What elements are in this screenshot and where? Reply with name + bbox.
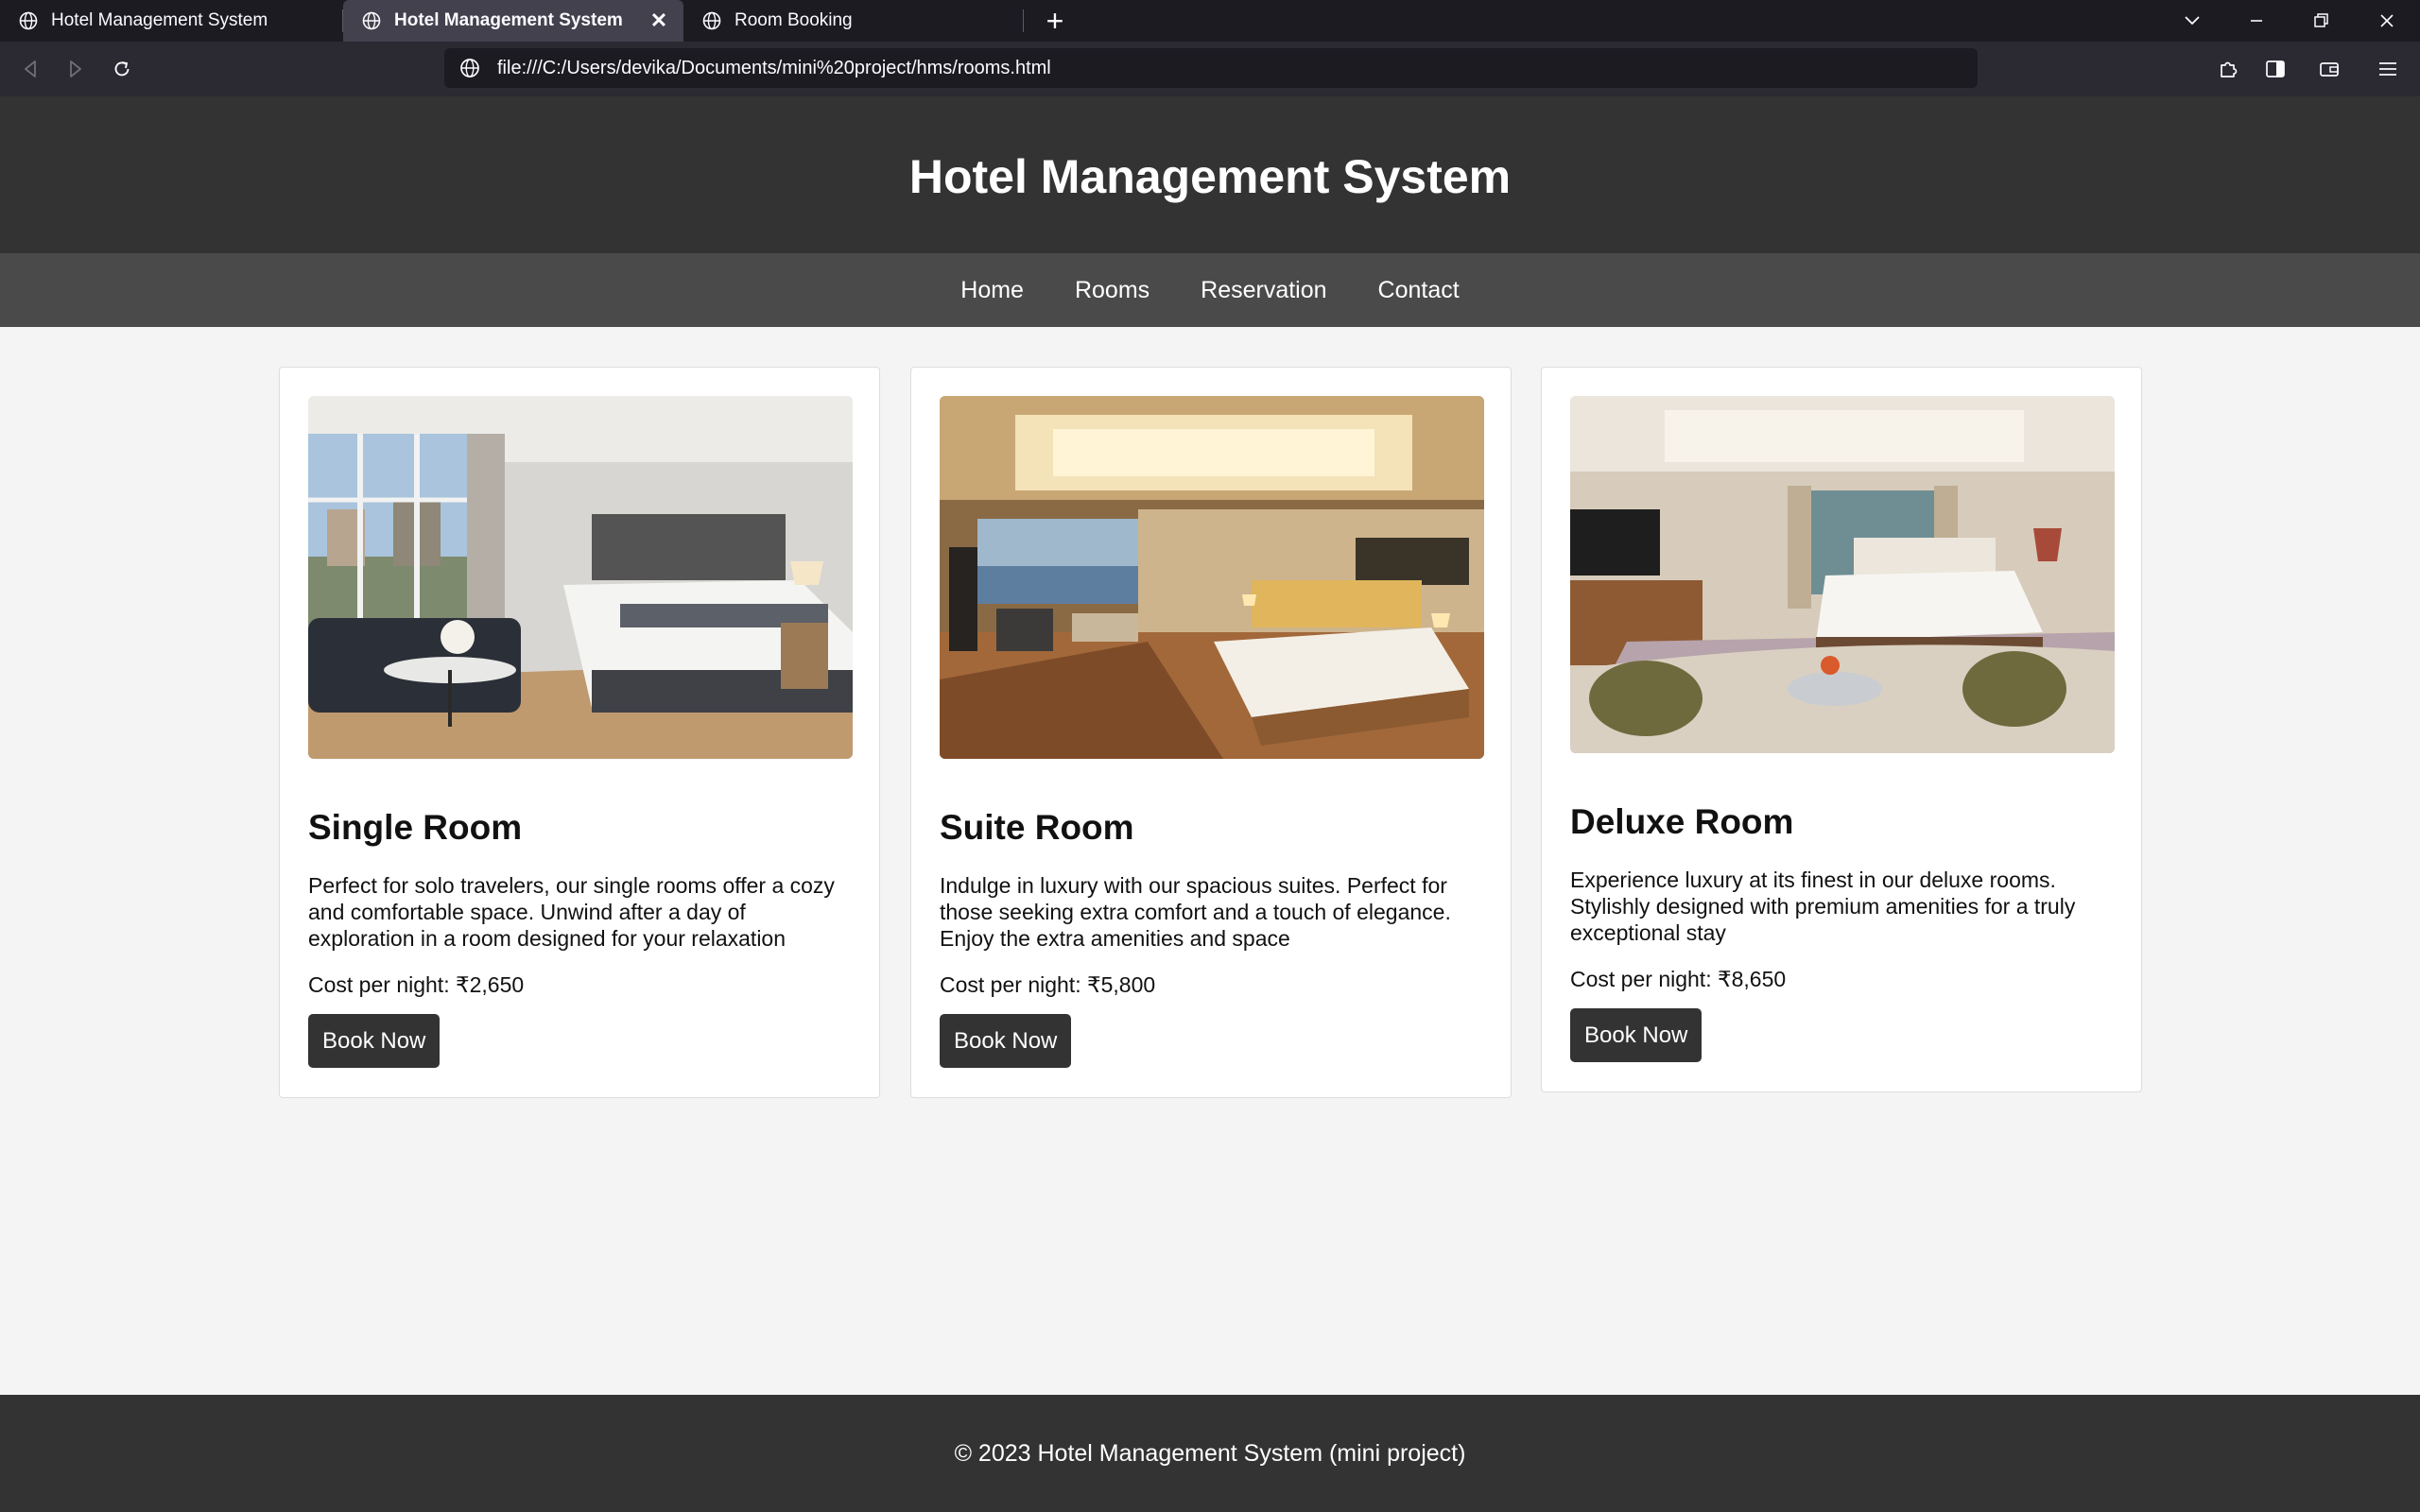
hamburger-menu-icon[interactable]	[2372, 53, 2404, 85]
restore-window-icon[interactable]	[2295, 0, 2346, 42]
book-now-button[interactable]: Book Now	[1570, 1008, 1703, 1062]
sidebar-toggle-icon[interactable]	[2259, 53, 2291, 85]
room-card-single: Single Room Perfect for solo travelers, …	[279, 367, 880, 1098]
globe-icon	[362, 11, 381, 30]
site-navigation: Home Rooms Reservation Contact	[0, 253, 2420, 327]
room-card-deluxe: Deluxe Room Experience luxury at its fin…	[1541, 367, 2142, 1092]
browser-toolbar: file:///C:/Users/devika/Documents/mini%2…	[0, 42, 2420, 96]
site-header: Hotel Management System	[0, 96, 2420, 253]
browser-tab-title: Room Booking	[735, 10, 853, 30]
room-name: Deluxe Room	[1570, 802, 1794, 841]
browser-tab-2[interactable]: Hotel Management System ✕	[343, 0, 683, 42]
site-title: Hotel Management System	[908, 150, 1512, 203]
nav-link-contact[interactable]: Contact	[1378, 277, 1460, 304]
wallet-icon[interactable]	[2313, 53, 2345, 85]
footer-copyright: © 2023 Hotel Management System (mini pro…	[954, 1439, 1466, 1467]
room-card-suite: Suite Room Indulge in luxury with our sp…	[910, 367, 1512, 1098]
browser-tab-title: Hotel Management System	[394, 10, 623, 30]
close-tab-icon[interactable]: ✕	[648, 9, 670, 32]
globe-icon	[702, 11, 721, 30]
browser-tab-title: Hotel Management System	[51, 10, 268, 30]
extensions-puzzle-icon[interactable]	[2212, 53, 2244, 85]
room-cost: Cost per night: ₹2,650	[308, 972, 525, 997]
back-arrow-icon[interactable]	[15, 53, 47, 85]
globe-icon	[19, 11, 38, 30]
list-tabs-chevron-icon[interactable]	[2167, 0, 2218, 42]
nav-link-reservation[interactable]: Reservation	[1201, 277, 1326, 304]
room-photo-suite	[940, 396, 1484, 759]
reload-icon[interactable]	[106, 53, 138, 85]
room-description: Experience luxury at its finest in our d…	[1570, 868, 2076, 945]
forward-arrow-icon[interactable]	[59, 53, 91, 85]
room-description: Perfect for solo travelers, our single r…	[308, 873, 835, 951]
nav-link-home[interactable]: Home	[960, 277, 1024, 304]
room-cost: Cost per night: ₹8,650	[1570, 967, 1787, 991]
page-content: Hotel Management System Home Rooms Reser…	[0, 96, 2420, 1512]
room-photo-single	[308, 396, 853, 759]
browser-tab-3[interactable]: Room Booking	[683, 0, 1024, 42]
room-name: Single Room	[308, 808, 523, 847]
room-name: Suite Room	[940, 808, 1134, 847]
site-info-icon[interactable]	[459, 58, 480, 78]
room-photo-deluxe	[1570, 396, 2115, 753]
room-description: Indulge in luxury with our spacious suit…	[940, 873, 1451, 951]
room-cost: Cost per night: ₹5,800	[940, 972, 1156, 997]
tab-divider	[1023, 9, 1024, 32]
browser-tab-1[interactable]: Hotel Management System	[0, 0, 340, 42]
book-now-button[interactable]: Book Now	[940, 1014, 1072, 1068]
address-bar[interactable]: file:///C:/Users/devika/Documents/mini%2…	[444, 48, 1978, 88]
nav-link-rooms[interactable]: Rooms	[1075, 277, 1150, 304]
close-window-icon[interactable]	[2361, 0, 2412, 42]
minimize-window-icon[interactable]	[2231, 0, 2282, 42]
new-tab-plus-icon[interactable]: +	[1038, 6, 1072, 36]
book-now-button[interactable]: Book Now	[308, 1014, 441, 1068]
site-footer: © 2023 Hotel Management System (mini pro…	[0, 1395, 2420, 1512]
url-text[interactable]: file:///C:/Users/devika/Documents/mini%2…	[497, 58, 1051, 79]
browser-tab-strip: Hotel Management System Hotel Management…	[0, 0, 2420, 42]
